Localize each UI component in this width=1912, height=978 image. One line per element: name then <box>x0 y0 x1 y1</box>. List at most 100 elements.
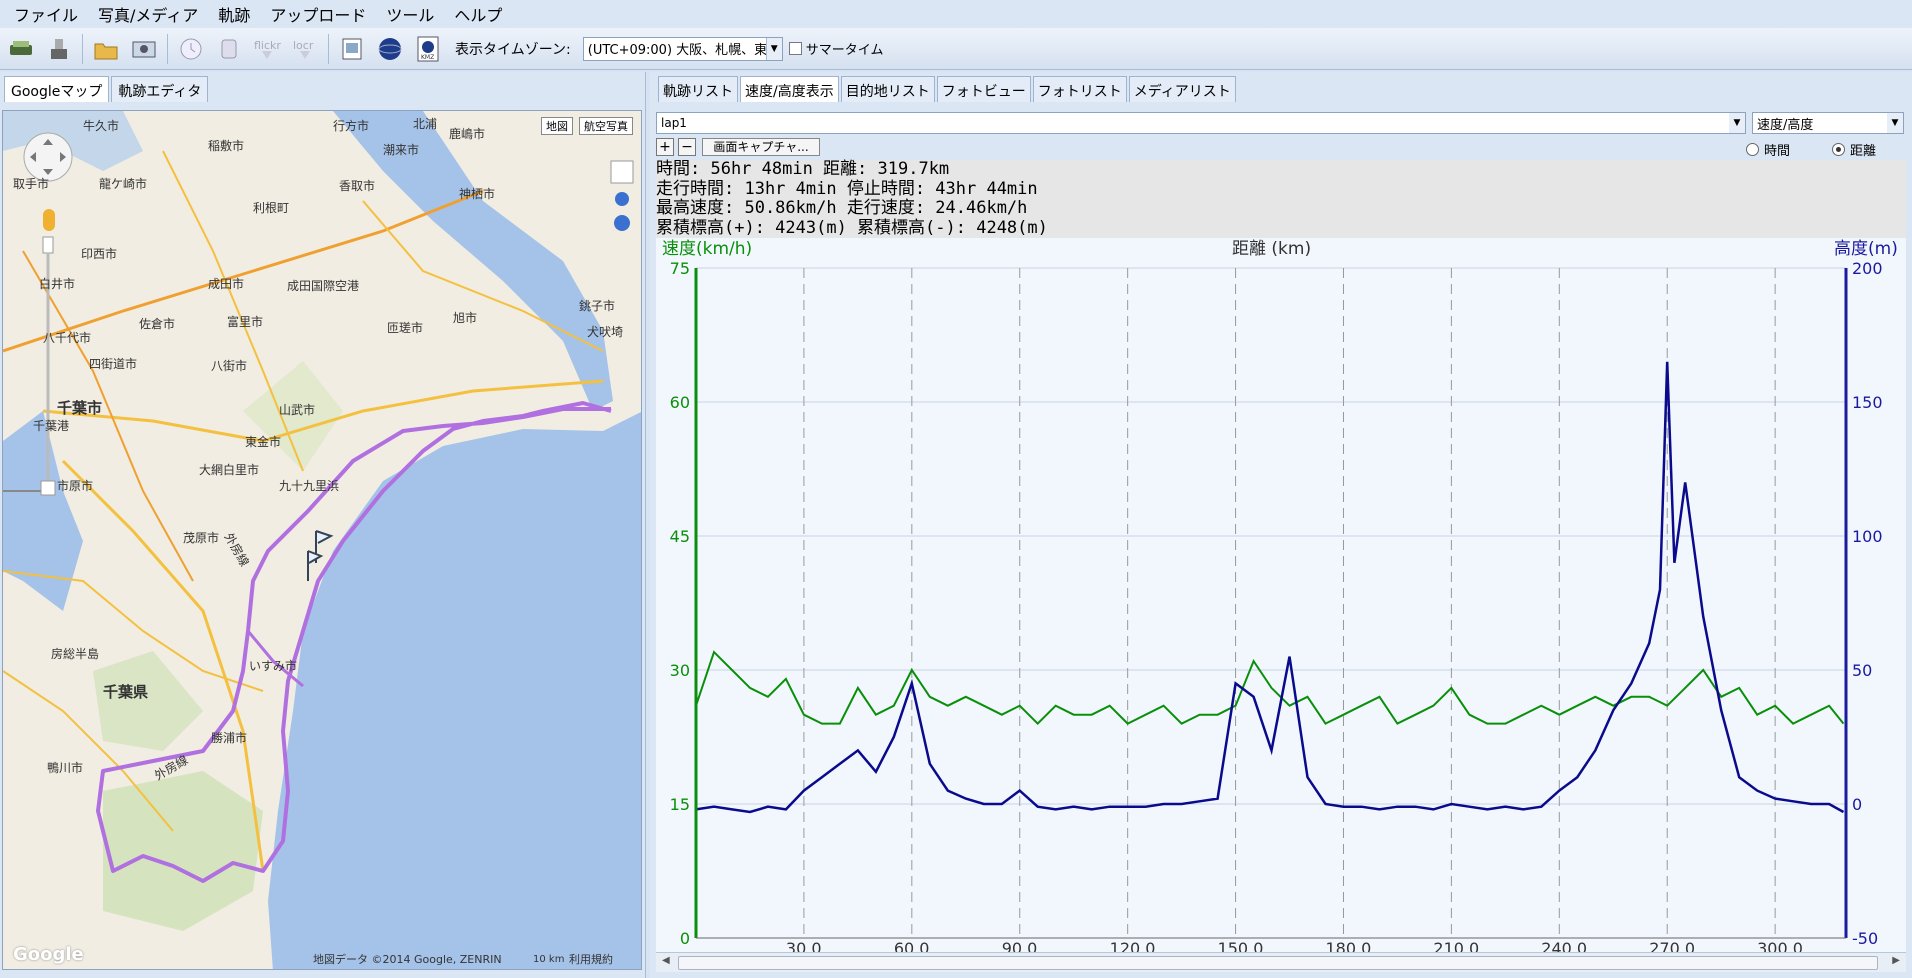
map-type-map-button[interactable]: 地図 <box>541 117 573 135</box>
lap-select[interactable]: lap1 ▼ <box>656 112 1746 134</box>
tag-button[interactable] <box>212 32 246 66</box>
map-label: 千葉市 <box>57 399 103 417</box>
menu-file[interactable]: ファイル <box>4 2 88 26</box>
zoom-in-button[interactable]: + <box>656 138 674 156</box>
map-type-satellite-button[interactable]: 航空写真 <box>579 117 633 135</box>
export-button[interactable] <box>335 32 369 66</box>
y-left-tick-label: 30 <box>670 661 690 680</box>
stats-line: 時間: 56hr 48min 距離: 319.7km <box>656 159 950 179</box>
tab-track-editor[interactable]: 軌跡エディタ <box>111 76 209 102</box>
open-folder-button[interactable] <box>89 32 123 66</box>
map-canvas[interactable] <box>3 111 642 970</box>
speed-altitude-chart[interactable]: 30.0 60.0 90.0 120.0 150.0 180.0 210.0 240.0 270… <box>656 238 1906 958</box>
kmz-icon: KMZ <box>417 36 439 61</box>
stats-line: 累積標高(+): 4243(m) 累積標高(-): 4248(m) <box>656 217 1048 238</box>
map-label: 房総半島 <box>51 647 100 661</box>
scroll-left-icon[interactable]: ◀ <box>662 955 670 966</box>
photo-button[interactable] <box>127 32 161 66</box>
menu-photo-media[interactable]: 写真/メディア <box>88 2 208 26</box>
map-label: 八千代市 <box>43 331 92 345</box>
map-label: 佐倉市 <box>139 317 176 331</box>
tab-photo-list[interactable]: フォトリスト <box>1032 76 1127 102</box>
graph-panel: 軌跡リスト 速度/高度表示 目的地リスト フォトビュー フォトリスト メディアリ… <box>650 72 1912 978</box>
map-label: 鹿嶋市 <box>449 127 486 141</box>
y-left-tick-label: 15 <box>670 795 690 814</box>
plus-icon: + <box>659 139 671 155</box>
zoom-out-button[interactable]: − <box>678 138 696 156</box>
map-view[interactable]: 地図 航空写真 牛久市 稲敷市 龍ケ崎市 取手市 利根町 印西市 白井市 成田市… <box>2 110 642 970</box>
svg-text:KMZ: KMZ <box>421 54 434 61</box>
import-button[interactable] <box>42 32 76 66</box>
screen-capture-button[interactable]: 画面キャプチャ... <box>702 138 820 156</box>
chevron-down-icon: ▼ <box>1887 113 1903 133</box>
dst-checkbox[interactable] <box>788 42 802 55</box>
stats-line: 最高速度: 50.86km/h 走行速度: 24.46km/h <box>656 198 1028 218</box>
map-label: 印西市 <box>81 247 118 261</box>
x-tick-label: 210.0 <box>1433 939 1479 952</box>
chevron-down-icon: ▼ <box>1729 113 1745 133</box>
radio-time[interactable]: 時間 <box>1746 140 1790 159</box>
scroll-right-icon[interactable]: ▶ <box>1892 955 1900 966</box>
right-tab-bar: 軌跡リスト 速度/高度表示 目的地リスト フォトビュー フォトリスト メディアリ… <box>650 72 1912 102</box>
menu-bar: ファイル 写真/メディア 軌跡 アップロード ツール ヘルプ <box>0 0 1912 28</box>
tab-photo-view[interactable]: フォトビュー <box>936 76 1031 102</box>
stats-line: 走行時間: 13hr 4min 停止時間: 43hr 44min <box>656 178 1038 199</box>
map-label: 八街市 <box>211 359 248 373</box>
chevron-down-icon: ▼ <box>765 37 782 60</box>
tab-destination-list[interactable]: 目的地リスト <box>840 76 935 102</box>
tag-icon <box>221 39 237 58</box>
timezone-select[interactable]: (UTC+09:00) 大阪、札幌、東京 ▼ <box>582 36 783 61</box>
horizontal-scrollbar[interactable]: ◀ ▶ <box>656 952 1906 972</box>
tab-speed-altitude[interactable]: 速度/高度表示 <box>740 76 839 102</box>
lap-value: lap1 <box>661 116 687 130</box>
map-label: 鴨川市 <box>47 761 84 775</box>
y-left-tick-label: 60 <box>670 393 690 412</box>
save-button[interactable] <box>4 32 38 66</box>
map-label: 成田国際空港 <box>287 279 360 293</box>
flickr-button[interactable]: flickr <box>250 32 284 66</box>
locr-button[interactable]: locr <box>288 32 322 66</box>
chart-svg: 30.0 60.0 90.0 120.0 150.0 180.0 210.0 240.0 270… <box>656 238 1906 958</box>
control-row: + − 画面キャプチャ... 時間 距離 <box>656 136 1906 159</box>
menu-upload[interactable]: アップロード <box>260 2 376 26</box>
radio-distance[interactable]: 距離 <box>1832 140 1876 159</box>
menu-tools[interactable]: ツール <box>376 2 444 26</box>
timezone-value: (UTC+09:00) 大阪、札幌、東京 <box>587 43 781 58</box>
globe-icon <box>378 37 402 60</box>
folder-icon <box>94 43 118 59</box>
map-label: 香取市 <box>339 179 376 193</box>
x-tick-label: 150.0 <box>1218 939 1264 952</box>
tab-track-list[interactable]: 軌跡リスト <box>658 76 738 102</box>
dst-label: サマータイム <box>805 43 884 58</box>
x-tick-label: 270.0 <box>1649 939 1695 952</box>
menu-track[interactable]: 軌跡 <box>208 2 260 26</box>
y-right-tick-label: 50 <box>1852 661 1872 680</box>
menu-help[interactable]: ヘルプ <box>444 2 512 26</box>
chart-title: 距離 (km) <box>1232 239 1311 259</box>
import-icon <box>51 38 67 59</box>
map-label: いすみ市 <box>249 659 298 673</box>
map-label: 利根町 <box>253 201 290 215</box>
scrollbar-thumb[interactable] <box>678 956 1878 970</box>
map-label: 神栖市 <box>459 187 496 201</box>
x-tick-label: 90.0 <box>1002 939 1038 952</box>
plot-background <box>656 238 1906 952</box>
minus-icon: − <box>681 139 693 155</box>
stats-box: 時間: 56hr 48min 距離: 319.7km 走行時間: 13hr 4m… <box>656 159 1906 238</box>
map-label: 白井市 <box>39 277 76 291</box>
y-right-tick-label: 100 <box>1852 527 1883 546</box>
clock-button[interactable] <box>174 32 208 66</box>
svg-text:locr: locr <box>293 39 314 52</box>
tab-google-map[interactable]: Googleマップ <box>4 76 110 102</box>
tab-media-list[interactable]: メディアリスト <box>1128 76 1236 102</box>
mode-select[interactable]: 速度/高度 ▼ <box>1752 112 1904 134</box>
kmz-button[interactable]: KMZ <box>411 32 445 66</box>
y-right-tick-label: -50 <box>1852 929 1878 948</box>
map-terms-link[interactable]: 利用規約 <box>569 951 613 967</box>
locr-icon: locr <box>293 39 314 59</box>
map-label: 稲敷市 <box>208 139 245 153</box>
map-label: 大網白里市 <box>199 463 260 477</box>
map-label: 富里市 <box>227 315 264 329</box>
globe-button[interactable] <box>373 32 407 66</box>
map-label: 行方市 <box>333 119 370 133</box>
